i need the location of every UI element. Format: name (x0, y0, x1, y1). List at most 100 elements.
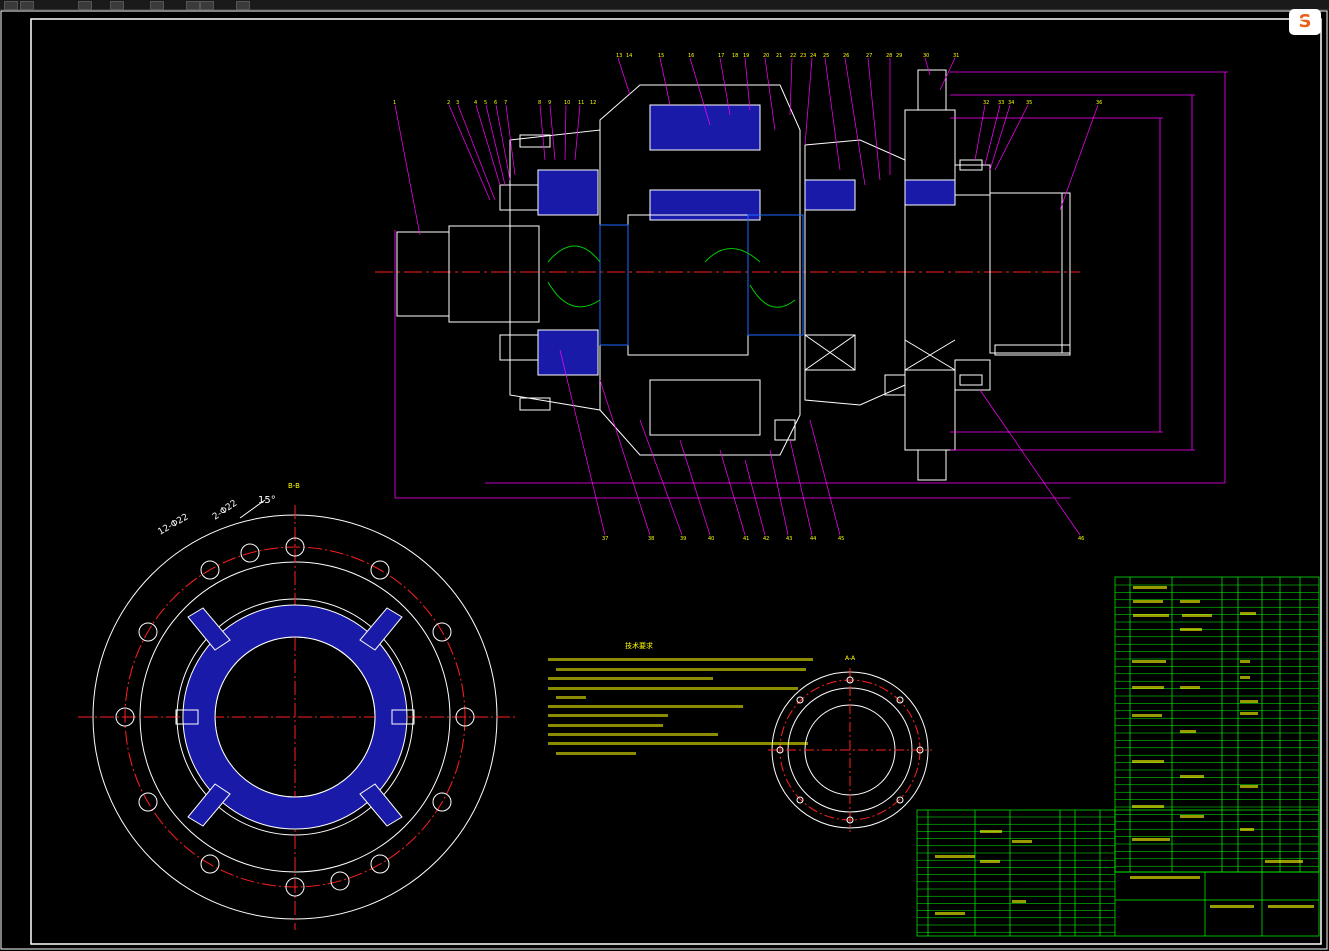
toolbar-button[interactable] (200, 1, 214, 10)
part-number-15: 15 (658, 53, 664, 59)
part-number-5: 5 (484, 100, 487, 106)
part-number-46: 46 (1078, 536, 1084, 542)
table-cell-text (1180, 775, 1204, 778)
table-cell-text (1012, 900, 1026, 903)
part-number-2: 2 (447, 100, 450, 106)
section-aa-label: A-A (845, 655, 856, 662)
table-cell-text (980, 830, 1002, 833)
notes-title: 技术要求 (625, 641, 653, 650)
part-number-1: 1 (393, 100, 396, 106)
part-number-23: 23 (800, 53, 806, 59)
part-number-33: 33 (998, 100, 1004, 106)
table-cell-text (935, 912, 965, 915)
parts-list-rows (1115, 584, 1319, 867)
table-cell-text (1180, 686, 1200, 689)
parts-list-text (935, 586, 1314, 915)
part-number-22: 22 (790, 53, 796, 59)
section-bb-view: B-B 15° 12-Φ22 2-Φ22 (78, 482, 515, 930)
table-cell-text (1182, 614, 1212, 617)
cad-drawing-canvas[interactable]: 1 2 3 4 5 6 7 8 9 10 11 12 13 14 15 16 1… (0, 10, 1329, 951)
part-number-28: 28 (886, 53, 892, 59)
part-number-10: 10 (564, 100, 570, 106)
part-number-7: 7 (504, 100, 507, 106)
part-number-20: 20 (763, 53, 769, 59)
part-number-35: 35 (1026, 100, 1032, 106)
table-cell-text (1130, 876, 1200, 879)
parts-list-table (1114, 576, 1320, 873)
table-cell-text (1180, 628, 1202, 631)
table-cell-text (1132, 714, 1162, 717)
table-cell-text (1268, 905, 1314, 908)
part-number-18: 18 (732, 53, 738, 59)
table-cell-text (1133, 600, 1163, 603)
part-number-29: 29 (896, 53, 902, 59)
part-number-30: 30 (923, 53, 929, 59)
section-bb-label: B-B (288, 482, 300, 490)
part-number-42: 42 (763, 536, 769, 542)
part-number-37: 37 (602, 536, 608, 542)
part-number-44: 44 (810, 536, 816, 542)
part-number-32: 32 (983, 100, 989, 106)
toolbar-button[interactable] (20, 1, 34, 10)
part-number-26: 26 (843, 53, 849, 59)
toolbar-button[interactable] (150, 1, 164, 10)
part-number-43: 43 (786, 536, 792, 542)
table-cell-text (980, 860, 1000, 863)
part-number-8: 8 (538, 100, 541, 106)
table-cell-text (1240, 660, 1250, 663)
part-number-14: 14 (626, 53, 632, 59)
part-number-36: 36 (1096, 100, 1102, 106)
table-cell-text (1012, 840, 1032, 843)
part-number-34: 34 (1008, 100, 1014, 106)
hole-label-2: 2-Φ22 (211, 498, 239, 522)
table-cell-text (1240, 612, 1256, 615)
part-number-16: 16 (688, 53, 694, 59)
table-cell-text (1132, 686, 1164, 689)
table-cell-text (1180, 600, 1200, 603)
angle-label: 15° (258, 495, 276, 506)
table-cell-text (1240, 676, 1250, 679)
table-cell-text (1180, 730, 1196, 733)
part-number-41: 41 (743, 536, 749, 542)
toolbar-button[interactable] (110, 1, 124, 10)
part-number-27: 27 (866, 53, 872, 59)
part-number-3: 3 (456, 100, 459, 106)
table-cell-text (1240, 828, 1254, 831)
part-number-38: 38 (648, 536, 654, 542)
table-cell-text (935, 855, 975, 858)
part-number-24: 24 (810, 53, 816, 59)
toolbar-button[interactable] (4, 1, 18, 10)
part-number-17: 17 (718, 53, 724, 59)
toolbar-button[interactable] (186, 1, 200, 10)
drawing-frame (30, 18, 1322, 945)
part-number-39: 39 (680, 536, 686, 542)
table-cell-text (1210, 905, 1254, 908)
part-number-31: 31 (953, 53, 959, 59)
toolbar-button[interactable] (236, 1, 250, 10)
table-cell-text (1180, 815, 1204, 818)
part-number-12: 12 (590, 100, 596, 106)
table-cell-text (1132, 838, 1170, 841)
hole-label-12: 12-Φ22 (157, 512, 191, 537)
table-cell-text (1240, 785, 1258, 788)
toolbar-button[interactable] (78, 1, 92, 10)
table-cell-text (1240, 712, 1258, 715)
table-cell-text (1132, 660, 1166, 663)
input-shaft (396, 231, 450, 317)
table-cell-text (1240, 700, 1258, 703)
part-number-25: 25 (823, 53, 829, 59)
part-number-40: 40 (708, 536, 714, 542)
table-cell-text (1265, 860, 1303, 863)
title-block (916, 809, 1320, 937)
part-number-19: 19 (743, 53, 749, 59)
part-number-9: 9 (548, 100, 551, 106)
part-number-21: 21 (776, 53, 782, 59)
table-cell-text (1132, 805, 1164, 808)
table-cell-text (1133, 614, 1169, 617)
part-number-4: 4 (474, 100, 477, 106)
part-number-45: 45 (838, 536, 844, 542)
table-cell-text (1133, 586, 1167, 589)
table-cell-text (1132, 760, 1164, 763)
toolbar (0, 0, 1329, 10)
part-number-13: 13 (616, 53, 622, 59)
